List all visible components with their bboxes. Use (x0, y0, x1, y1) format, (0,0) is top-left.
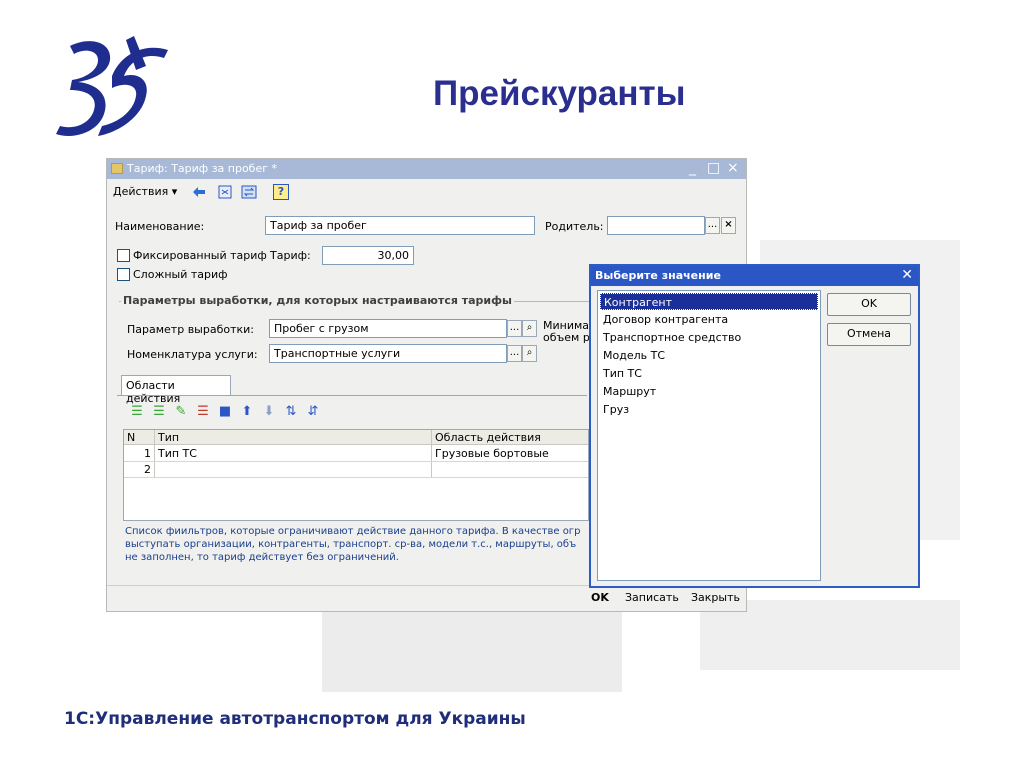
move-down-icon[interactable]: ⬇ (261, 404, 277, 420)
table-cell-scope[interactable] (432, 462, 590, 477)
table-cell-type[interactable] (155, 462, 431, 477)
ok-button[interactable]: OK (591, 591, 609, 607)
param-search-icon[interactable]: ⌕ (522, 320, 537, 337)
param-label: Параметр выработки: (127, 323, 254, 336)
dialog-close-icon[interactable]: ✕ (901, 267, 913, 283)
name-input[interactable]: Тариф за пробег (265, 216, 535, 235)
sort-asc-icon[interactable]: ⇅ (283, 404, 299, 420)
maximize-button[interactable]: □ (707, 160, 720, 176)
parent-select-button[interactable]: ... (705, 217, 720, 234)
select-value-dialog: Выберите значение ✕ Контрагент Договор к… (589, 264, 920, 588)
table-cell-scope[interactable]: Грузовые бортовые (432, 446, 590, 461)
column-header-n[interactable]: N (124, 430, 154, 445)
dialog-titlebar[interactable]: Выберите значение ✕ (591, 266, 918, 286)
sort-desc-icon[interactable]: ⇵ (305, 404, 321, 420)
slide-footer: 1С:Управление автотранспортом для Украин… (64, 709, 526, 729)
save-button[interactable]: Записать (625, 591, 679, 607)
param-select-button[interactable]: ... (507, 320, 522, 337)
column-header-type[interactable]: Тип (155, 430, 431, 445)
window-icon (111, 163, 123, 174)
window-titlebar[interactable]: Тариф: Тариф за пробег * _ □ × (107, 159, 746, 179)
report-icon[interactable] (217, 184, 233, 200)
list-item[interactable]: Транспортное средство (600, 329, 818, 346)
tariff-label: Тариф: (270, 249, 311, 262)
help-icon[interactable]: ? (273, 184, 289, 200)
copy-row-icon[interactable]: ☰ (151, 404, 167, 420)
parent-label: Родитель: (545, 220, 604, 233)
service-label: Номенклатура услуги: (127, 348, 258, 361)
service-input[interactable]: Транспортные услуги (269, 344, 507, 363)
tariff-input[interactable]: 30,00 (322, 246, 414, 265)
list-item[interactable]: Груз (600, 401, 818, 418)
column-header-scope[interactable]: Область действия (432, 430, 590, 445)
minimize-button[interactable]: _ (689, 160, 696, 176)
menu-bar: Действия ▾ ? (107, 181, 746, 203)
param-input[interactable]: Пробег с грузом (269, 319, 507, 338)
complex-tariff-label: Сложный тариф (133, 268, 228, 281)
list-item[interactable]: Контрагент (600, 293, 818, 310)
arrow-left-icon[interactable] (191, 184, 207, 200)
value-list: Контрагент Договор контрагента Транспорт… (597, 290, 821, 581)
table-cell-type[interactable]: Тип ТС (155, 446, 431, 461)
list-item[interactable]: Маршрут (600, 383, 818, 400)
dialog-cancel-button[interactable]: Отмена (827, 323, 911, 346)
slide-title: Прейскуранты (433, 74, 686, 113)
actions-menu[interactable]: Действия ▾ (113, 185, 177, 198)
dialog-title: Выберите значение (595, 269, 721, 282)
list-item[interactable]: Договор контрагента (600, 311, 818, 328)
scope-table: N Тип Область действия 1 Тип ТС Грузовые… (123, 429, 589, 521)
tab-scope[interactable]: Области действия (121, 375, 231, 405)
min-volume-label-2: объем р (543, 331, 590, 344)
parent-clear-icon[interactable]: × (721, 217, 736, 234)
close-window-button[interactable]: Закрыть (691, 591, 740, 607)
description-text: Список фиильтров, которые ограничивают д… (125, 525, 595, 564)
window-title: Тариф: Тариф за пробег * (127, 162, 278, 175)
bottom-button-bar: OK Записать Закрыть (107, 585, 746, 611)
description-line: не заполнен, то тариф действует без огра… (125, 552, 399, 563)
service-search-icon[interactable]: ⌕ (522, 345, 537, 362)
service-select-button[interactable]: ... (507, 345, 522, 362)
table-cell-n[interactable]: 1 (124, 446, 154, 461)
swap-icon[interactable] (241, 184, 257, 200)
description-line: Список фиильтров, которые ограничивают д… (125, 526, 581, 537)
row-divider (124, 477, 588, 478)
list-item[interactable]: Тип ТС (600, 365, 818, 382)
dialog-ok-button[interactable]: OK (827, 293, 911, 316)
description-line: выступать организации, контрагенты, тран… (125, 539, 577, 550)
close-button[interactable]: × (727, 160, 739, 176)
table-cell-n[interactable]: 2 (124, 462, 154, 477)
group-title: Параметры выработки, для которых настраи… (121, 294, 514, 307)
name-label: Наименование: (115, 220, 205, 233)
list-item[interactable]: Модель ТС (600, 347, 818, 364)
fixed-tariff-checkbox[interactable] (117, 249, 130, 262)
move-up-icon[interactable]: ⬆ (239, 404, 255, 420)
complex-tariff-checkbox[interactable] (117, 268, 130, 281)
company-logo (56, 36, 168, 136)
grid-toolbar: ☰ ☰ ✎ ☰ ■ ⬆ ⬇ ⇅ ⇵ (129, 404, 327, 422)
delete-row-icon[interactable]: ☰ (195, 404, 211, 420)
edit-row-icon[interactable]: ✎ (173, 404, 189, 420)
parent-input[interactable] (607, 216, 705, 235)
save-row-icon[interactable]: ■ (217, 404, 233, 420)
add-row-icon[interactable]: ☰ (129, 404, 145, 420)
watermark-block (322, 610, 622, 692)
fixed-tariff-label: Фиксированный тариф (133, 249, 267, 262)
